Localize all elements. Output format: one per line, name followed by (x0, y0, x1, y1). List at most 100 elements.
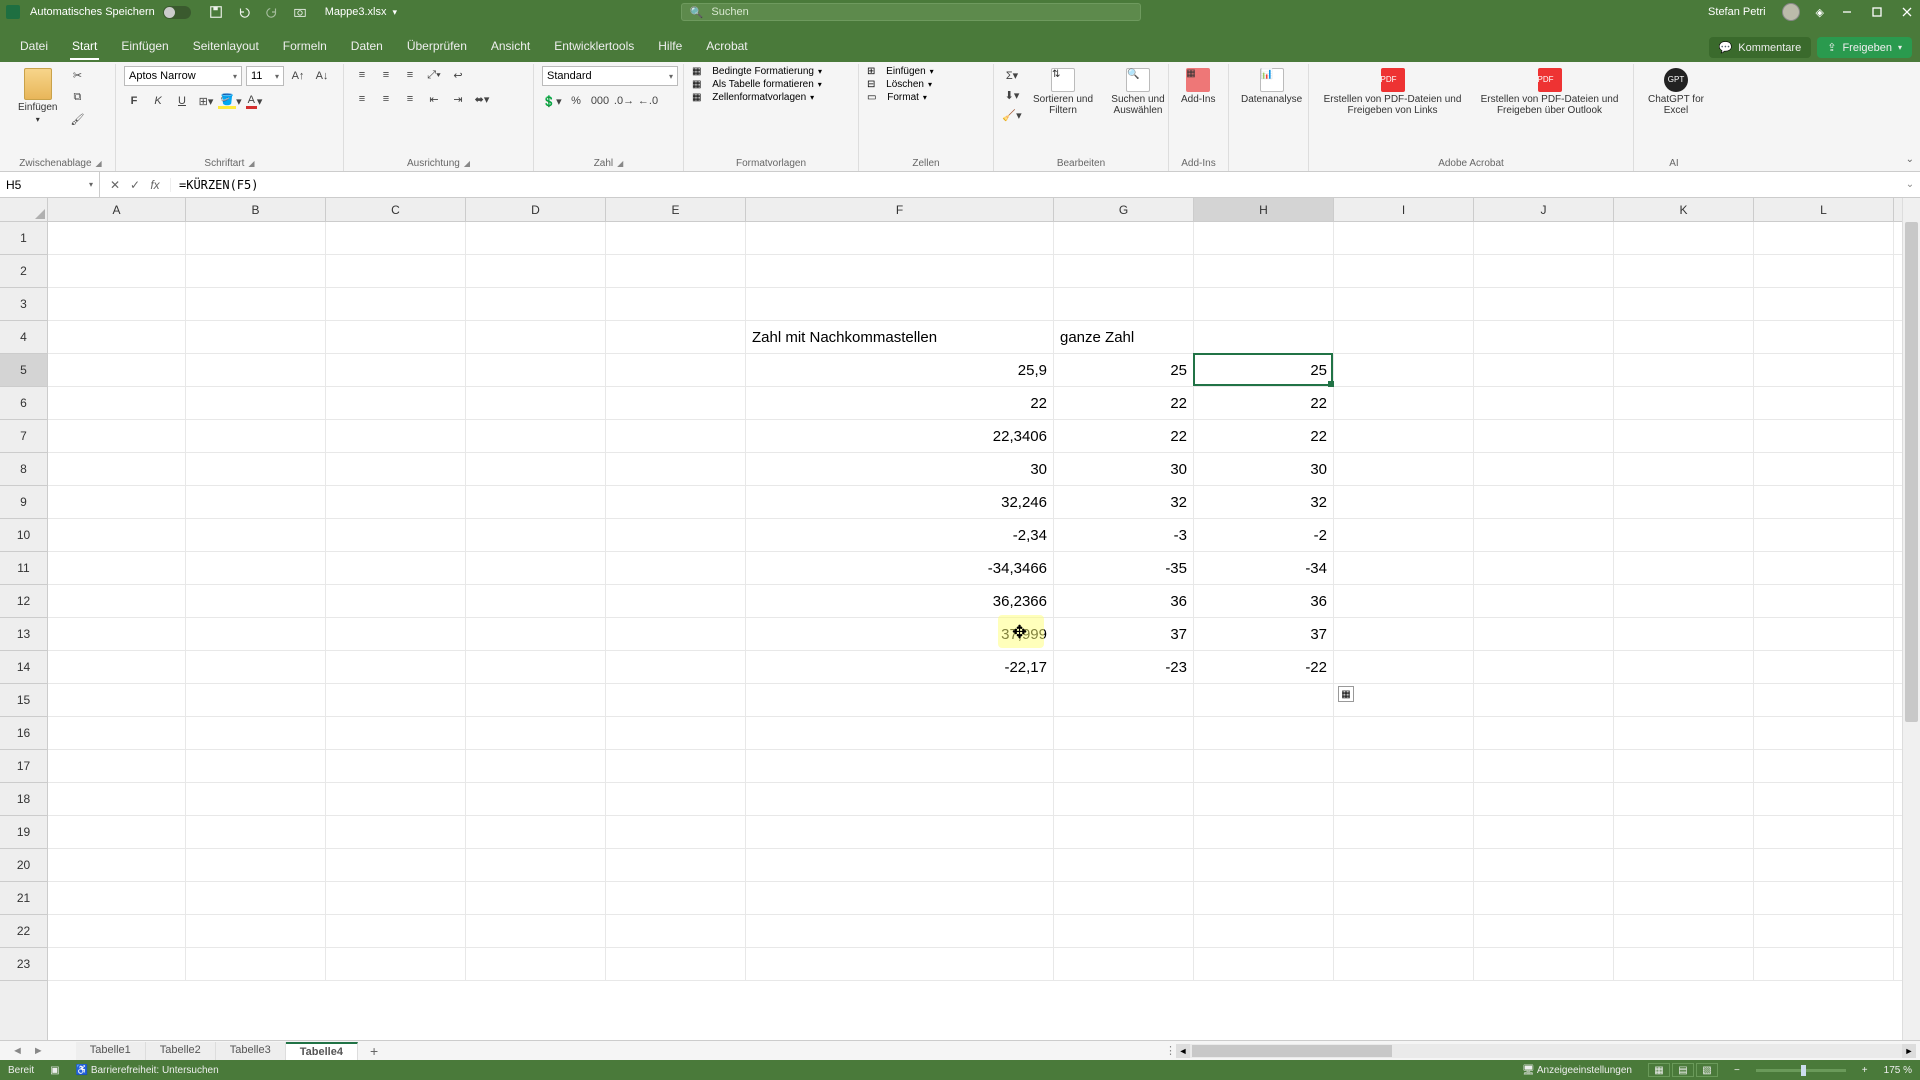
cell-C21[interactable] (326, 882, 466, 915)
cell-B14[interactable] (186, 651, 326, 684)
cell-G3[interactable] (1054, 288, 1194, 321)
cell-H13[interactable]: 37 (1194, 618, 1334, 651)
scroll-left-icon[interactable]: ◄ (1176, 1044, 1190, 1058)
cell-I19[interactable] (1334, 816, 1474, 849)
cell-F14[interactable]: -22,17 (746, 651, 1054, 684)
row-header-4[interactable]: 4 (0, 321, 47, 354)
cell-C14[interactable] (326, 651, 466, 684)
cell-L11[interactable] (1754, 552, 1894, 585)
delete-cells-button[interactable]: ⊟ Löschen▾ (867, 79, 932, 90)
cell-B22[interactable] (186, 915, 326, 948)
cell-I18[interactable] (1334, 783, 1474, 816)
cell-J9[interactable] (1474, 486, 1614, 519)
cell-B19[interactable] (186, 816, 326, 849)
cell-styles-button[interactable]: ▦ Zellenformatvorlagen▾ (692, 92, 814, 103)
sheet-tab-tabelle1[interactable]: Tabelle1 (76, 1042, 146, 1060)
paste-button[interactable]: Einfügen ▾ (14, 66, 61, 126)
cell-L14[interactable] (1754, 651, 1894, 684)
cell-D23[interactable] (466, 948, 606, 981)
chatgpt-button[interactable]: GPTChatGPT for Excel (1642, 66, 1710, 118)
cell-F13[interactable]: 37,999 (746, 618, 1054, 651)
tab-einfuegen[interactable]: Einfügen (109, 31, 180, 62)
cell-H14[interactable]: -22 (1194, 651, 1334, 684)
cell-D8[interactable] (466, 453, 606, 486)
close-button[interactable] (1900, 5, 1914, 19)
cell-K8[interactable] (1614, 453, 1754, 486)
cell-D3[interactable] (466, 288, 606, 321)
row-header-5[interactable]: 5 (0, 354, 47, 387)
cell-J19[interactable] (1474, 816, 1614, 849)
cell-E5[interactable] (606, 354, 746, 387)
column-header-A[interactable]: A (48, 198, 186, 221)
cell-I11[interactable] (1334, 552, 1474, 585)
cell-F5[interactable]: 25,9 (746, 354, 1054, 387)
cell-I10[interactable] (1334, 519, 1474, 552)
comments-button[interactable]: 💬Kommentare (1709, 37, 1812, 58)
row-header-12[interactable]: 12 (0, 585, 47, 618)
cell-L23[interactable] (1754, 948, 1894, 981)
decrease-indent-icon[interactable]: ⇤ (424, 90, 444, 108)
cell-B23[interactable] (186, 948, 326, 981)
cell-I9[interactable] (1334, 486, 1474, 519)
cell-I21[interactable] (1334, 882, 1474, 915)
horizontal-scrollbar[interactable]: ◄ ► (1176, 1044, 1916, 1058)
cell-K19[interactable] (1614, 816, 1754, 849)
cell-G9[interactable]: 32 (1054, 486, 1194, 519)
cell-L17[interactable] (1754, 750, 1894, 783)
cell-G4[interactable]: ganze Zahl (1054, 321, 1194, 354)
cell-I17[interactable] (1334, 750, 1474, 783)
cell-D13[interactable] (466, 618, 606, 651)
row-header-17[interactable]: 17 (0, 750, 47, 783)
cell-B15[interactable] (186, 684, 326, 717)
column-header-K[interactable]: K (1614, 198, 1754, 221)
font-color-icon[interactable]: A▾ (244, 92, 264, 110)
conditional-formatting-button[interactable]: ▦ Bedingte Formatierung▾ (692, 66, 822, 77)
cell-B5[interactable] (186, 354, 326, 387)
cell-C7[interactable] (326, 420, 466, 453)
row-header-22[interactable]: 22 (0, 915, 47, 948)
cell-L8[interactable] (1754, 453, 1894, 486)
cell-J8[interactable] (1474, 453, 1614, 486)
cell-J14[interactable] (1474, 651, 1614, 684)
sheet-nav-next-icon[interactable]: ► (33, 1045, 44, 1057)
cell-J3[interactable] (1474, 288, 1614, 321)
cell-J20[interactable] (1474, 849, 1614, 882)
cell-L10[interactable] (1754, 519, 1894, 552)
copy-icon[interactable]: ⧉ (67, 88, 87, 106)
tab-daten[interactable]: Daten (339, 31, 395, 62)
increase-indent-icon[interactable]: ⇥ (448, 90, 468, 108)
camera-icon[interactable] (293, 5, 307, 19)
cell-I2[interactable] (1334, 255, 1474, 288)
cell-H22[interactable] (1194, 915, 1334, 948)
cell-H8[interactable]: 30 (1194, 453, 1334, 486)
cell-K11[interactable] (1614, 552, 1754, 585)
cell-F11[interactable]: -34,3466 (746, 552, 1054, 585)
align-bottom-icon[interactable]: ≡ (400, 66, 420, 84)
cell-A3[interactable] (48, 288, 186, 321)
cancel-formula-icon[interactable]: ✕ (106, 178, 124, 192)
cell-H20[interactable] (1194, 849, 1334, 882)
cell-I6[interactable] (1334, 387, 1474, 420)
cell-B3[interactable] (186, 288, 326, 321)
cell-B2[interactable] (186, 255, 326, 288)
row-header-13[interactable]: 13 (0, 618, 47, 651)
cell-B11[interactable] (186, 552, 326, 585)
fx-icon[interactable]: fx (146, 178, 164, 192)
cell-B21[interactable] (186, 882, 326, 915)
row-header-19[interactable]: 19 (0, 816, 47, 849)
cell-H17[interactable] (1194, 750, 1334, 783)
cell-K4[interactable] (1614, 321, 1754, 354)
cell-E16[interactable] (606, 717, 746, 750)
cell-G10[interactable]: -3 (1054, 519, 1194, 552)
cell-E13[interactable] (606, 618, 746, 651)
decrease-decimal-icon[interactable]: ←.0 (638, 92, 658, 110)
cell-D7[interactable] (466, 420, 606, 453)
sheet-nav-prev-icon[interactable]: ◄ (12, 1045, 23, 1057)
row-header-23[interactable]: 23 (0, 948, 47, 981)
find-select-button[interactable]: 🔍Suchen und Auswählen (1104, 66, 1172, 118)
column-header-J[interactable]: J (1474, 198, 1614, 221)
cell-A21[interactable] (48, 882, 186, 915)
column-header-B[interactable]: B (186, 198, 326, 221)
row-header-21[interactable]: 21 (0, 882, 47, 915)
cell-E7[interactable] (606, 420, 746, 453)
